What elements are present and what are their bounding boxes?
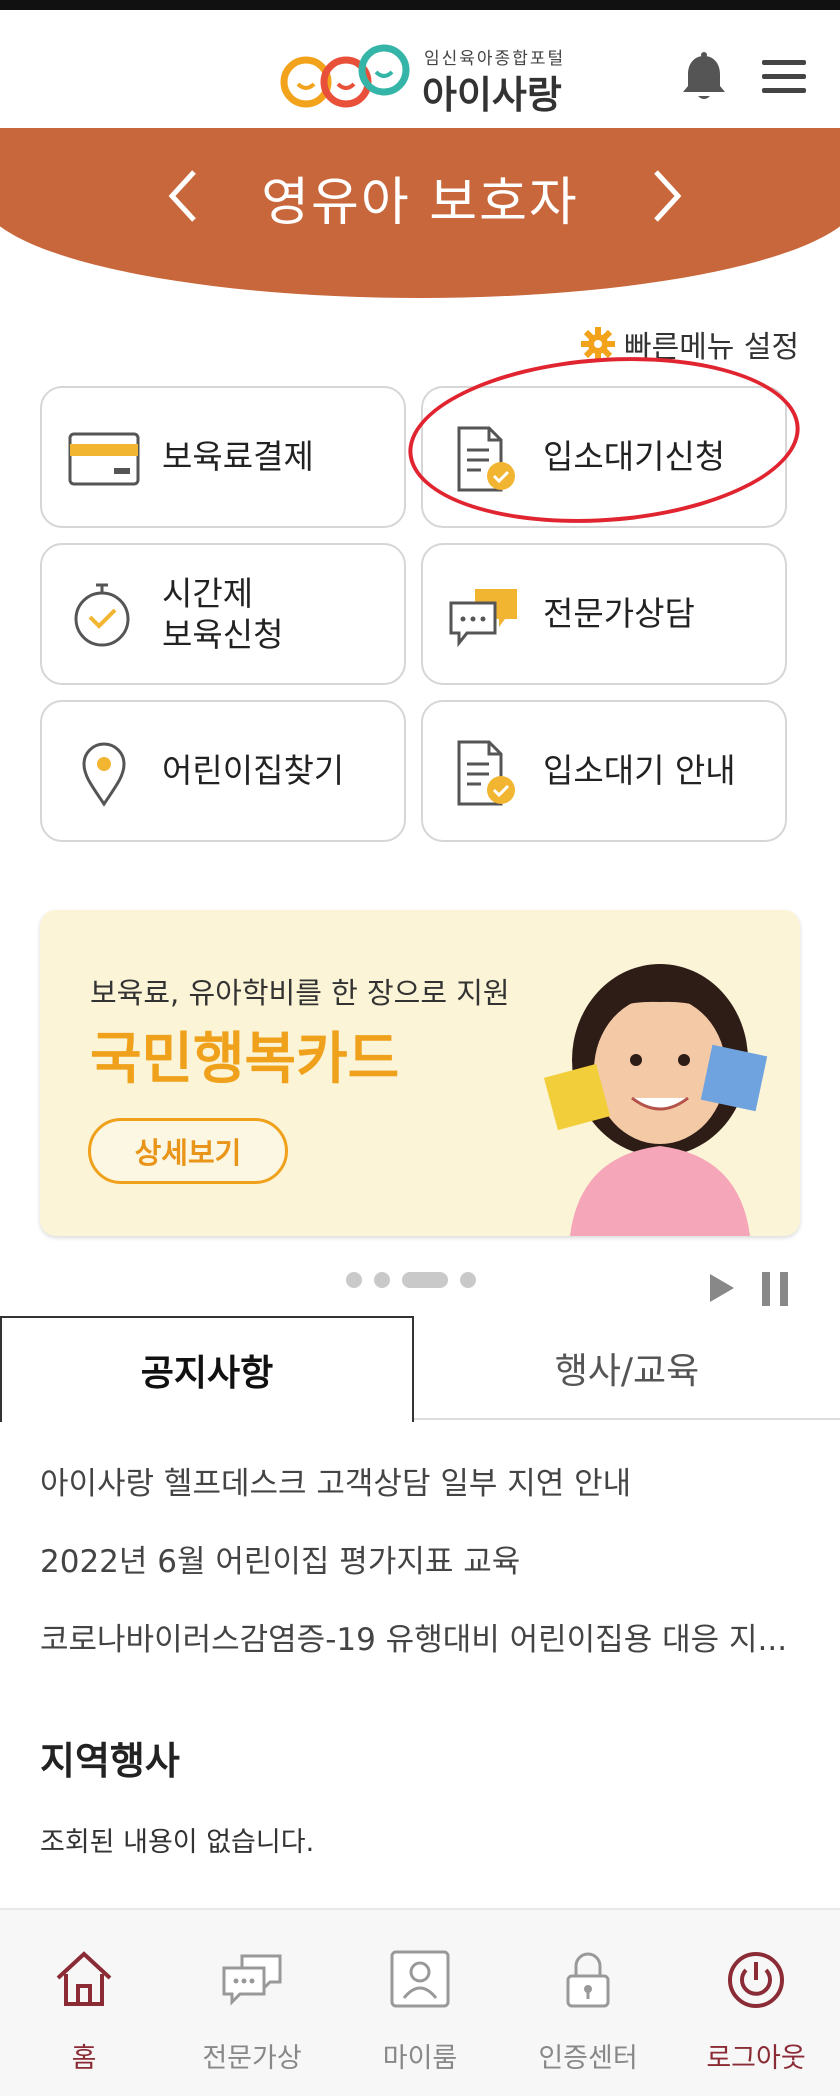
chevron-right-icon[interactable]: [640, 166, 690, 226]
document-check-icon: [449, 738, 521, 808]
promo-subtitle: 보육료, 유아학비를 한 장으로 지원: [90, 976, 510, 1010]
lock-icon: [556, 1948, 620, 2010]
tile-hourly-care[interactable]: 시간제 보육신청: [40, 543, 406, 685]
nav-label: 홈: [71, 2043, 97, 2074]
location-pin-icon: [68, 738, 140, 808]
nav-home[interactable]: 홈: [0, 1910, 168, 2096]
promo-detail-button[interactable]: 상세보기: [88, 1118, 288, 1184]
list-item[interactable]: 아이사랑 헬프데스크 고객상담 일부 지연 안내: [40, 1458, 810, 1536]
category-title: 영유아 보호자: [261, 173, 579, 233]
chat-icon: [220, 1948, 284, 2010]
promo-title: 국민행복카드: [90, 1027, 400, 1092]
tile-expert-consult[interactable]: 전문가상담: [421, 543, 787, 685]
nav-expert[interactable]: 전문가상: [168, 1910, 336, 2096]
nav-label: 로그아웃: [706, 2043, 806, 2074]
tile-find-daycare[interactable]: 어린이집찾기: [40, 700, 406, 842]
tile-payment[interactable]: 보육료결제: [40, 386, 406, 528]
home-icon: [52, 1948, 116, 2010]
promo-banner[interactable]: 보육료, 유아학비를 한 장으로 지원 국민행복카드 상세보기: [40, 910, 800, 1236]
status-bar: [0, 0, 840, 10]
nav-myroom[interactable]: 마이룸: [336, 1910, 504, 2096]
section-title: 지역행사: [40, 1739, 180, 1783]
tile-label: 어린이집찾기: [162, 751, 345, 791]
tile-waitlist-guide[interactable]: 입소대기 안내: [421, 700, 787, 842]
carousel-indicator: [346, 1270, 476, 1290]
hamburger-menu-icon[interactable]: [756, 52, 812, 102]
empty-message: 조회된 내용이 없습니다.: [40, 1827, 315, 1858]
carousel-dot[interactable]: [374, 1272, 390, 1288]
site-logo[interactable]: 임신육아종합포털 아이사랑: [276, 32, 576, 118]
list-item[interactable]: 코로나바이러스감염증-19 유행대비 어린이집용 대응 지...: [40, 1614, 810, 1692]
child-photo: [510, 910, 800, 1236]
tile-label: 입소대기 안내: [543, 751, 736, 791]
tile-label: 시간제 보육신청: [162, 573, 284, 654]
tab-events[interactable]: 행사/교육: [414, 1316, 840, 1420]
list-item[interactable]: 2022년 6월 어린이집 평가지표 교육: [40, 1536, 810, 1614]
nav-label: 마이룸: [382, 2043, 458, 2074]
carousel-dot-active[interactable]: [402, 1272, 448, 1288]
nav-label: 인증센터: [538, 2043, 638, 2074]
app-header: 임신육아종합포털 아이사랑: [0, 10, 840, 130]
carousel-dot[interactable]: [346, 1272, 362, 1288]
power-icon: [724, 1948, 788, 2010]
play-icon[interactable]: [708, 1272, 736, 1304]
chat-bubbles-icon: [449, 581, 521, 651]
bottom-nav: 홈 전문가상 마이룸 인증센터 로그아웃: [0, 1908, 840, 2096]
logo-icon: [280, 44, 410, 108]
carousel-dot[interactable]: [460, 1272, 476, 1288]
nav-label: 전문가상: [202, 2043, 302, 2074]
pause-icon[interactable]: [760, 1272, 790, 1306]
logo-title: 아이사랑: [422, 73, 562, 117]
bell-icon[interactable]: [676, 48, 732, 104]
notice-tabs: 공지사항 행사/교육: [0, 1316, 840, 1422]
nav-auth-center[interactable]: 인증센터: [504, 1910, 672, 2096]
notice-list: 아이사랑 헬프데스크 고객상담 일부 지연 안내 2022년 6월 어린이집 평…: [40, 1458, 810, 1692]
tile-label: 전문가상담: [543, 594, 695, 634]
clock-icon: [68, 581, 140, 651]
person-icon: [388, 1948, 452, 2010]
nav-logout[interactable]: 로그아웃: [672, 1910, 840, 2096]
tab-notices[interactable]: 공지사항: [0, 1316, 414, 1422]
card-icon: [68, 424, 140, 494]
tile-label: 보육료결제: [162, 437, 314, 477]
